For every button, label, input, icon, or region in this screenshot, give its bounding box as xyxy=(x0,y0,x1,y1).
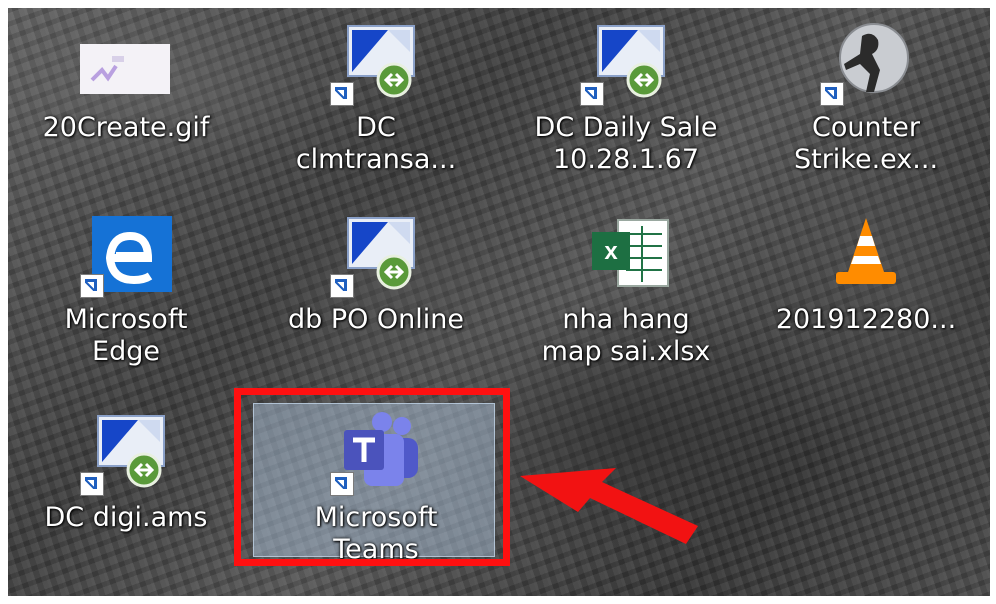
remote-desktop-icon xyxy=(78,412,174,496)
icon-label: DC digi.ams xyxy=(44,502,208,533)
desktop-icon-dc-digi-ams[interactable]: DC digi.ams xyxy=(16,404,236,584)
remote-desktop-icon xyxy=(328,22,424,106)
desktop-icon-dc-clmtransa[interactable]: DC clmtransa... xyxy=(266,14,486,194)
red-highlight-box xyxy=(234,388,510,566)
desktop-icon-vlc-media[interactable]: 201912280... xyxy=(756,206,976,386)
shortcut-arrow-icon xyxy=(820,82,844,106)
remote-desktop-icon xyxy=(328,214,424,298)
edge-icon xyxy=(78,214,174,298)
svg-text:x: x xyxy=(604,238,618,265)
desktop-icon-dc-daily-sale[interactable]: DC Daily Sale 10.28.1.67 xyxy=(516,14,736,194)
excel-icon: x xyxy=(578,214,674,294)
icon-label: DC clmtransa... xyxy=(295,112,457,175)
counter-strike-icon xyxy=(818,22,914,106)
red-arrow-icon xyxy=(520,468,698,544)
icon-label: Counter Strike.ex... xyxy=(793,112,939,175)
shortcut-arrow-icon xyxy=(80,274,104,298)
icon-label: DC Daily Sale 10.28.1.67 xyxy=(534,112,718,175)
icon-label: 20Create.gif xyxy=(42,112,210,143)
remote-desktop-icon xyxy=(578,22,674,106)
desktop-background: 20Create.gif DC clmtransa... DC Daily Sa… xyxy=(8,8,990,596)
shortcut-arrow-icon xyxy=(330,82,354,106)
shortcut-arrow-icon xyxy=(580,82,604,106)
icon-label: 201912280... xyxy=(775,304,957,335)
icon-label: db PO Online xyxy=(287,304,465,335)
shortcut-arrow-icon xyxy=(80,472,104,496)
icon-label: nha hang map sai.xlsx xyxy=(541,304,711,367)
shortcut-arrow-icon xyxy=(330,274,354,298)
vlc-icon xyxy=(818,214,914,294)
desktop-icon-counter-strike[interactable]: Counter Strike.ex... xyxy=(756,14,976,194)
icon-label: Microsoft Edge xyxy=(64,304,188,367)
desktop-icon-microsoft-edge[interactable]: Microsoft Edge xyxy=(16,206,236,386)
desktop-icon-nha-hang-xlsx[interactable]: x nha hang map sai.xlsx xyxy=(516,206,736,386)
desktop-icon-db-po-online[interactable]: db PO Online xyxy=(266,206,486,386)
gif-image-icon xyxy=(78,22,174,102)
desktop-icon-20create-gif[interactable]: 20Create.gif xyxy=(16,14,236,194)
